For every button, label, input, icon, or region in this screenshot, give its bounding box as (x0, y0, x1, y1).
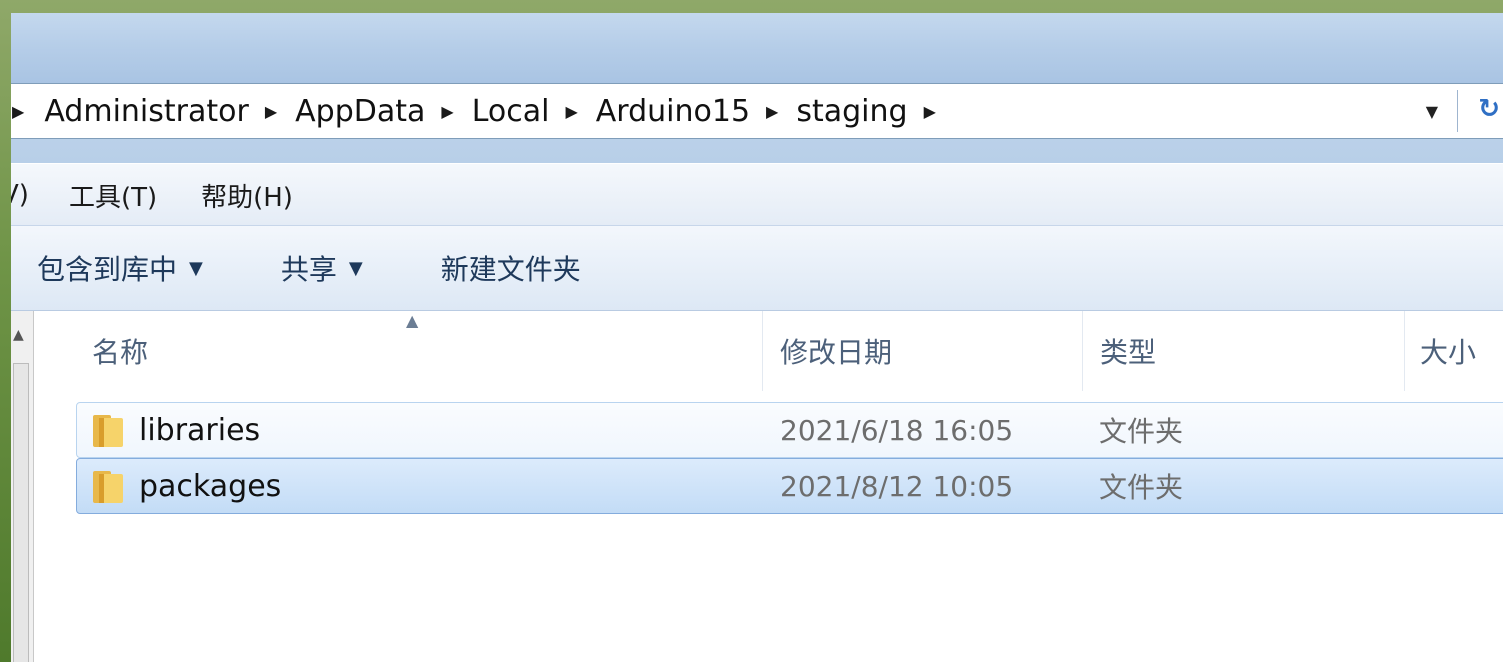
file-name: libraries (139, 412, 261, 448)
column-size[interactable]: 大小 (1420, 311, 1476, 391)
column-type-label: 类型 (1100, 336, 1157, 369)
menu-tools[interactable]: 工具(T) (69, 177, 157, 214)
column-name[interactable]: 名称 (92, 311, 148, 391)
breadcrumb-local[interactable]: Local (472, 94, 550, 129)
column-modified-label: 修改日期 (780, 336, 893, 369)
title-bar[interactable] (11, 13, 1503, 83)
crumb-separator-icon[interactable]: ▶ (12, 102, 24, 121)
chevron-down-icon[interactable]: ▼ (1426, 102, 1438, 121)
file-modified: 2021/6/18 16:05 (780, 413, 1014, 447)
address-divider (1457, 90, 1458, 132)
breadcrumb-staging[interactable]: staging (796, 94, 907, 129)
file-name: packages (139, 468, 282, 504)
include-in-library-button[interactable]: 包含到库中 ▼ (37, 248, 203, 288)
crumb-separator-icon[interactable]: ▶ (265, 102, 277, 121)
refresh-icon[interactable]: ↻ (1478, 94, 1500, 124)
file-row[interactable]: libraries 2021/6/18 16:05 文件夹 (76, 402, 1503, 458)
file-modified: 2021/8/12 10:05 (780, 469, 1014, 503)
column-header: ▲ 名称 修改日期 类型 大小 (34, 311, 1503, 391)
share-button[interactable]: 共享 ▼ (281, 248, 363, 288)
column-type[interactable]: 类型 (1100, 311, 1156, 391)
explorer-window: ▶ Administrator ▶ AppData ▶ Local ▶ Ardu… (11, 13, 1503, 662)
crumb-separator-icon[interactable]: ▶ (565, 102, 577, 121)
folder-icon (93, 415, 123, 447)
navigation-pane: ▲ (11, 311, 34, 662)
new-folder-button[interactable]: 新建文件夹 (441, 248, 581, 288)
new-folder-label: 新建文件夹 (440, 253, 581, 286)
breadcrumb-arduino15[interactable]: Arduino15 (596, 94, 750, 129)
file-type: 文件夹 (1099, 471, 1184, 504)
include-in-library-label: 包含到库中 (37, 253, 178, 286)
column-divider[interactable] (762, 311, 763, 391)
crumb-separator-icon[interactable]: ▶ (924, 102, 936, 121)
folder-icon (93, 471, 123, 503)
file-row-selected[interactable]: packages 2021/8/12 10:05 文件夹 (76, 458, 1503, 514)
breadcrumb-appdata[interactable]: AppData (295, 94, 425, 129)
crumb-separator-icon[interactable]: ▶ (766, 102, 778, 121)
column-modified[interactable]: 修改日期 (780, 311, 892, 391)
column-divider[interactable] (1404, 311, 1405, 391)
address-bar[interactable]: ▶ Administrator ▶ AppData ▶ Local ▶ Ardu… (11, 83, 1503, 139)
column-size-label: 大小 (1420, 336, 1477, 369)
nav-scrollbar-thumb[interactable] (13, 363, 29, 662)
column-divider[interactable] (1082, 311, 1083, 391)
sort-ascending-icon: ▲ (406, 311, 419, 330)
menu-bar: V) 工具(T) 帮助(H) (11, 163, 1503, 226)
menu-help[interactable]: 帮助(H) (201, 177, 293, 214)
dropdown-arrow-icon: ▼ (189, 257, 203, 279)
menu-view[interactable]: V) (11, 180, 29, 210)
share-label: 共享 (280, 253, 337, 286)
file-type: 文件夹 (1099, 415, 1184, 448)
breadcrumb-administrator[interactable]: Administrator (44, 94, 249, 129)
command-toolbar: 包含到库中 ▼ 共享 ▼ 新建文件夹 (11, 225, 1503, 311)
scroll-up-icon[interactable]: ▲ (13, 327, 24, 343)
column-name-label: 名称 (92, 336, 149, 369)
dropdown-arrow-icon: ▼ (348, 257, 363, 279)
crumb-separator-icon[interactable]: ▶ (441, 102, 453, 121)
